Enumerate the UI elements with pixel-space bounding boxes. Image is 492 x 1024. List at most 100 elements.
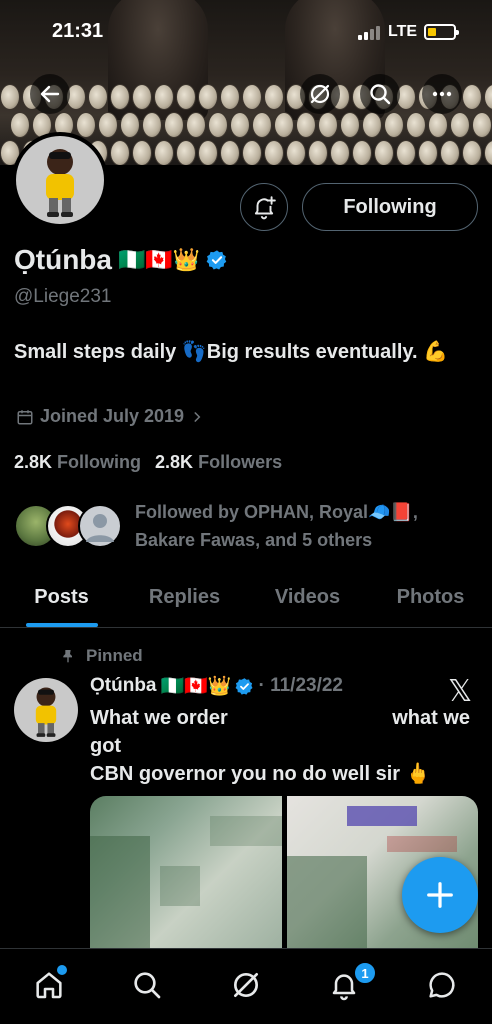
follow-counts: 2.8K Following 2.8K Followers: [14, 452, 282, 473]
cowrie-shell: [340, 112, 360, 138]
post-author-flags: 🇳🇬🇨🇦👑: [160, 676, 232, 697]
grok-icon: [310, 84, 330, 104]
cowrie-shell: [76, 112, 96, 138]
post-date: · 11/23/22: [258, 675, 344, 696]
cowrie-shell: [252, 112, 272, 138]
cowrie-shell: [220, 140, 240, 165]
pin-icon: [63, 650, 72, 663]
image-pixel-block: [90, 836, 150, 952]
cowrie-shell: [242, 140, 262, 165]
cowrie-shell: [198, 140, 218, 165]
grok-button[interactable]: [300, 74, 340, 114]
tab-photos[interactable]: Photos: [369, 568, 492, 627]
pinned-indicator: Pinned: [60, 646, 143, 666]
nav-grok[interactable]: [224, 963, 268, 1007]
image-pixel-block: [160, 866, 200, 906]
cowrie-shell: [220, 84, 240, 110]
profile-bio: Small steps daily 👣Big results eventuall…: [14, 341, 449, 363]
notifications-badge: 1: [353, 961, 377, 985]
following-count: 2.8K: [14, 452, 53, 472]
default-user-icon: [86, 514, 114, 542]
post-line-1-right: what we: [392, 707, 470, 729]
calendar-icon: [17, 409, 33, 424]
cowrie-shell: [472, 112, 492, 138]
status-time: 21:31: [52, 20, 104, 42]
search-button[interactable]: [360, 74, 400, 114]
post-author-avatar[interactable]: [14, 678, 78, 742]
status-bar: 21:31 LTE: [0, 0, 492, 66]
cowrie-shell: [374, 140, 394, 165]
search-icon: [134, 972, 161, 999]
messages-icon: [429, 972, 455, 998]
notification-subscribe-button[interactable]: [240, 183, 288, 231]
cowrie-shell: [418, 140, 438, 165]
nav-search[interactable]: [125, 963, 169, 1007]
cowrie-shell: [264, 140, 284, 165]
cowrie-shell: [462, 84, 482, 110]
post-text: What we order what we got CBN governor y…: [90, 704, 470, 788]
search-icon: [370, 84, 391, 105]
post-line-2: got: [90, 735, 122, 757]
home-unread-dot: [57, 965, 67, 975]
tab-posts[interactable]: Posts: [0, 568, 123, 627]
cowrie-shell: [352, 140, 372, 165]
tab-videos[interactable]: Videos: [246, 568, 369, 627]
avatar-character-icon: [35, 687, 57, 737]
back-button[interactable]: [30, 74, 70, 114]
image-pixel-block: [387, 836, 457, 852]
follower-avatar: [78, 504, 122, 548]
grok-icon: [234, 973, 258, 997]
joined-row[interactable]: Joined July 2019: [16, 406, 204, 427]
profile-name: Ọtúnba: [14, 244, 112, 275]
following-button[interactable]: Following: [302, 183, 478, 231]
cowrie-shell: [440, 140, 460, 165]
joined-date: Joined July 2019: [40, 406, 185, 426]
image-pixel-block: [210, 816, 282, 846]
cowrie-shell: [154, 140, 174, 165]
following-count-link[interactable]: 2.8K Following: [14, 452, 141, 473]
post-author-name[interactable]: Ọtúnba: [90, 675, 157, 697]
cowrie-shell: [0, 84, 20, 110]
cowrie-shell: [264, 84, 284, 110]
pinned-label: Pinned: [86, 646, 143, 665]
followers-count: 2.8K: [155, 452, 194, 472]
cowrie-shell: [132, 140, 152, 165]
image-pixel-block: [347, 806, 417, 826]
profile-handle: @Liege231: [14, 286, 112, 307]
cowrie-shell: [186, 112, 206, 138]
cowrie-shell: [176, 84, 196, 110]
following-label: Following: [57, 452, 142, 472]
cowrie-shell: [154, 84, 174, 110]
cowrie-shell: [396, 140, 416, 165]
cowrie-shell: [120, 112, 140, 138]
cowrie-shell: [242, 84, 262, 110]
followed-by-row[interactable]: Followed by OPHAN, Royal🧢📕, Bakare Fawas…: [14, 498, 484, 550]
followers-count-link[interactable]: 2.8K Followers: [155, 452, 282, 473]
cowrie-shell: [98, 112, 118, 138]
post-image-1[interactable]: [90, 796, 282, 952]
more-button[interactable]: [422, 74, 462, 114]
cowrie-shell: [484, 84, 492, 110]
post-header: Ọtúnba 🇳🇬🇨🇦👑 · 11/23/22: [90, 674, 480, 698]
cowrie-shell: [362, 112, 382, 138]
followers-label: Followers: [198, 452, 283, 472]
tab-replies[interactable]: Replies: [123, 568, 246, 627]
followed-by-text: Followed by OPHAN, Royal🧢📕, Bakare Fawas…: [135, 502, 418, 550]
cowrie-shell: [230, 112, 250, 138]
avatar-character-icon: [46, 149, 74, 217]
network-label: LTE: [388, 23, 418, 40]
cowrie-shell: [384, 112, 404, 138]
post-line-3: CBN governor you no do well sir 🖕: [90, 763, 431, 785]
cowrie-shell: [198, 84, 218, 110]
battery-icon: [424, 24, 459, 40]
cowrie-shell: [142, 112, 162, 138]
nav-messages[interactable]: [420, 963, 464, 1007]
compose-post-button[interactable]: [402, 857, 478, 933]
verified-badge-icon: [206, 250, 227, 270]
cowrie-shell: [308, 140, 328, 165]
profile-avatar[interactable]: [12, 132, 108, 228]
cowrie-shell: [208, 112, 228, 138]
cowrie-shell: [132, 84, 152, 110]
cowrie-shell: [110, 140, 130, 165]
bottom-navigation: [0, 948, 492, 1024]
